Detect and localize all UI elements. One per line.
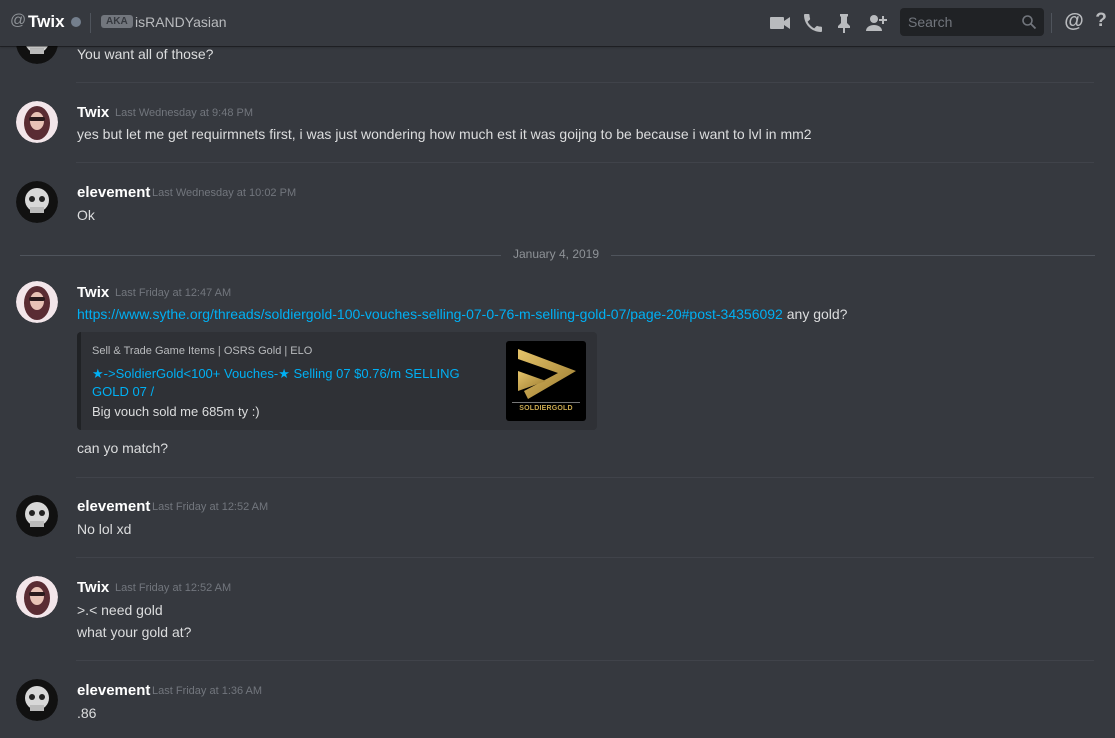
message-author[interactable]: Twix	[77, 104, 109, 121]
search-box[interactable]	[900, 8, 1044, 36]
message-divider	[76, 660, 1094, 661]
message-text: https://www.sythe.org/threads/soldiergol…	[77, 306, 847, 322]
add-friend-icon[interactable]	[864, 11, 888, 35]
date-divider-label: January 4, 2019	[501, 247, 611, 261]
embed-provider[interactable]: Sell & Trade Game Items | OSRS Gold | EL…	[92, 345, 312, 357]
header-divider	[90, 13, 91, 33]
chat-messages: You want all of those? Twix Last Wednesd…	[0, 0, 1115, 738]
message-timestamp: Last Wednesday at 10:02 PM	[152, 187, 297, 199]
avatar-elevement[interactable]	[16, 679, 58, 721]
message-text: yes but let me get requirmnets first, i …	[77, 126, 812, 142]
message-author[interactable]: elevement	[77, 184, 150, 201]
dm-username[interactable]: Twix	[28, 12, 65, 32]
header-divider	[1051, 13, 1052, 33]
status-indicator	[71, 17, 81, 27]
message-text: .86	[77, 705, 97, 721]
avatar-twix[interactable]	[16, 101, 58, 143]
avatar-elevement[interactable]	[16, 495, 58, 537]
message-timestamp: Last Friday at 12:47 AM	[115, 287, 232, 299]
help-icon[interactable]: ?	[1093, 10, 1109, 34]
avatar-elevement[interactable]	[16, 181, 58, 223]
message-author[interactable]: Twix	[77, 284, 109, 301]
user-alias[interactable]: isRANDYasian	[135, 14, 227, 30]
embed-thumbnail[interactable]: SOLDIERGOLD	[506, 341, 586, 421]
message-divider	[76, 162, 1094, 163]
message-text: No lol xd	[77, 521, 132, 537]
message-timestamp: Last Wednesday at 9:48 PM	[115, 107, 253, 119]
avatar-twix[interactable]	[16, 576, 58, 618]
search-icon[interactable]	[1021, 14, 1037, 30]
message-text: can yo match?	[77, 440, 169, 456]
message-text: You want all of those?	[77, 46, 214, 62]
aka-badge: AKA	[101, 15, 133, 28]
message-timestamp: Last Friday at 12:52 AM	[115, 582, 232, 594]
voice-call-icon[interactable]	[801, 11, 825, 35]
embed-thumbnail-text: SOLDIERGOLD	[519, 405, 573, 412]
message-timestamp: Last Friday at 1:36 AM	[152, 685, 263, 697]
message-divider	[76, 82, 1094, 83]
message-divider	[76, 477, 1094, 478]
message-text: Ok	[77, 207, 95, 223]
message-link-suffix: any gold?	[782, 306, 848, 322]
mention-icon[interactable]: @	[1062, 10, 1086, 34]
message-link[interactable]: https://www.sythe.org/threads/soldiergol…	[77, 306, 783, 322]
message-divider	[76, 557, 1094, 558]
pin-icon[interactable]	[832, 11, 856, 35]
search-input[interactable]	[908, 8, 1018, 36]
dm-at-symbol: @	[10, 12, 27, 29]
message-author[interactable]: elevement	[77, 498, 150, 515]
embed-title-link[interactable]: ★->SoldierGold<100+ Vouches-★ Selling 07…	[92, 365, 482, 401]
channel-header: @ Twix AKA isRANDYasian @ ?	[0, 0, 1115, 46]
message-author[interactable]: Twix	[77, 579, 109, 596]
avatar-twix[interactable]	[16, 281, 58, 323]
video-call-icon[interactable]	[768, 11, 792, 35]
message-text: >.< need gold	[77, 602, 163, 618]
embed-description: Big vouch sold me 685m ty :)	[92, 404, 260, 419]
link-embed: Sell & Trade Game Items | OSRS Gold | EL…	[77, 332, 597, 430]
message-text: what your gold at?	[77, 624, 192, 640]
message-timestamp: Last Friday at 12:52 AM	[152, 501, 269, 513]
message-author[interactable]: elevement	[77, 682, 150, 699]
